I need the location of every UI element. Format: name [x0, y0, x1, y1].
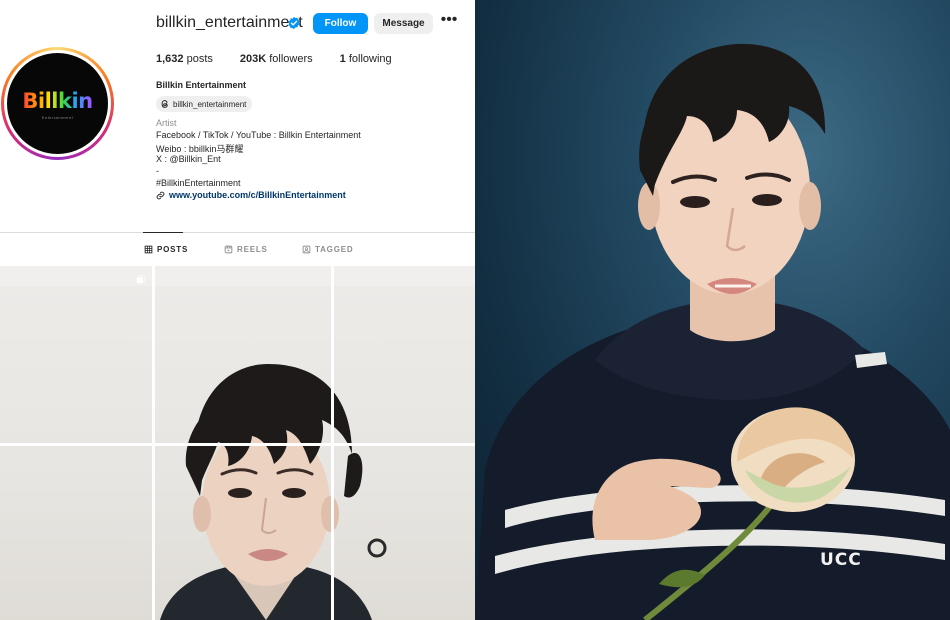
tab-reels-label: REELS — [237, 245, 268, 254]
tab-posts[interactable]: POSTS — [144, 245, 188, 254]
profile-avatar-story-ring[interactable]: Billkin Entertainment — [1, 47, 114, 160]
previous-posts-row[interactable] — [0, 266, 475, 286]
threads-handle: billkin_entertainment — [173, 99, 247, 109]
grid-icon — [144, 245, 153, 254]
profile-username: billkin_entertainment — [156, 14, 303, 31]
avatar-logo-text: Billkin — [22, 88, 93, 113]
portrait-with-rose-illustration: UCC — [475, 43, 950, 620]
more-options-icon[interactable]: ••• — [440, 12, 458, 31]
tagged-icon — [302, 245, 311, 254]
profile-link-text: www.youtube.com/c/BillkinEntertainment — [169, 190, 346, 200]
tab-posts-label: POSTS — [157, 245, 189, 254]
active-tab-indicator — [143, 232, 183, 233]
post-photo-portrait — [160, 364, 387, 620]
bio-hashtag[interactable]: #BillkinEntertainment — [156, 178, 241, 188]
threads-icon — [161, 100, 168, 108]
followers-stat[interactable]: 203K followers — [240, 53, 313, 65]
link-icon — [156, 191, 165, 199]
threads-badge[interactable]: billkin_entertainment — [156, 96, 253, 112]
multi-photo-icon — [136, 275, 145, 284]
reels-icon — [224, 245, 233, 254]
tab-tagged[interactable]: TAGGED — [302, 245, 353, 254]
instagram-profile-panel: Billkin Entertainment billkin_entertainm… — [0, 0, 475, 620]
tab-reels[interactable]: REELS — [224, 245, 268, 254]
avatar-logo-subtext: Entertainment — [41, 115, 74, 120]
message-button[interactable]: Message — [374, 13, 433, 34]
bio-line: X : @Billkin_Ent — [156, 154, 221, 164]
tab-tagged-label: TAGGED — [315, 245, 354, 254]
grid-divider — [0, 443, 475, 446]
post-grid[interactable] — [0, 286, 475, 620]
bio-line: - — [156, 166, 159, 176]
following-stat[interactable]: 1 following — [340, 53, 392, 65]
profile-category: Artist — [156, 118, 177, 128]
tabs-divider — [0, 232, 475, 233]
bio-line: Facebook / TikTok / YouTube : Billkin En… — [156, 130, 361, 140]
profile-stats: 1,632 posts 203K followers 1 following — [156, 53, 419, 65]
profile-external-link[interactable]: www.youtube.com/c/BillkinEntertainment — [156, 190, 346, 200]
promo-photo: UCC — [475, 0, 950, 620]
profile-avatar: Billkin Entertainment — [7, 53, 108, 154]
sweater-lettering: UCC — [820, 550, 862, 570]
verified-badge-icon — [288, 16, 300, 30]
posts-stat: 1,632 posts — [156, 53, 213, 65]
follow-button[interactable]: Follow — [313, 13, 368, 34]
profile-full-name: Billkin Entertainment — [156, 80, 247, 90]
